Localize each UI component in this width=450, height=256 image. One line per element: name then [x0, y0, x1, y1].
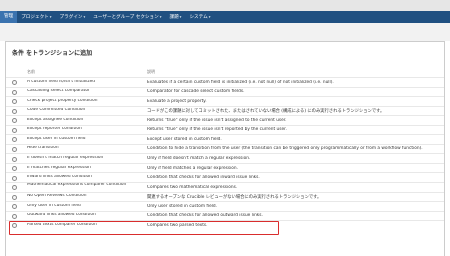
condition-name: If doesn't match regular expression: [27, 155, 104, 160]
condition-row[interactable]: Except assignee condition Returns "true" …: [6, 115, 444, 125]
condition-name: Cascading select comparator: [27, 89, 90, 94]
condition-radio[interactable]: [12, 166, 17, 172]
condition-radio[interactable]: [12, 80, 17, 86]
chevron-down-icon: ▾: [179, 15, 182, 19]
condition-radio[interactable]: [12, 127, 17, 133]
condition-radio[interactable]: [12, 137, 17, 143]
table-header: 名前 説明: [6, 69, 444, 76]
condition-description: Evaluate a project property.: [147, 98, 207, 104]
condition-radio[interactable]: [12, 223, 17, 229]
nav-item-label: プロジェクト: [21, 15, 49, 20]
condition-row[interactable]: Except reporter condition Returns "true" …: [6, 124, 444, 135]
condition-description: Comparator for cascade select custom fie…: [147, 89, 245, 95]
condition-name: Code Committed Condition: [27, 108, 86, 113]
condition-name: Outward links allowed condition: [27, 213, 96, 218]
condition-row[interactable]: If matches regular expression Only if fie…: [6, 162, 444, 173]
condition-radio[interactable]: [12, 213, 17, 219]
condition-description: Compares two parsed texts.: [147, 222, 208, 228]
condition-radio[interactable]: [12, 185, 17, 191]
condition-row[interactable]: Only user in custom field Only user store…: [6, 201, 444, 211]
condition-description: Except user stored in custom field.: [147, 136, 222, 142]
condition-row[interactable]: A custom field is/isn't initialized Evalu…: [6, 77, 444, 87]
nav-item-label: プラグイン: [59, 15, 83, 20]
condition-radio[interactable]: [12, 156, 17, 162]
condition-description: Condition that checks for allowed outwar…: [147, 213, 263, 219]
condition-row[interactable]: Parsed texts comparer condition Compares …: [6, 220, 444, 230]
condition-description: コードがこの課題に対してコミットされた、またはされていない場合 (構成による) …: [147, 109, 385, 115]
condition-radio[interactable]: [12, 118, 17, 124]
condition-name: If matches regular expression: [27, 165, 91, 170]
condition-description: Only if field matches a regular expressi…: [147, 165, 239, 171]
condition-row[interactable]: No Open Reviews Condition 関連するオープンな Cruci…: [6, 191, 444, 202]
condition-row[interactable]: Check project property condition Evaluate…: [6, 96, 444, 106]
condition-row[interactable]: Inward links allowed condition Condition …: [6, 172, 444, 182]
condition-description: Only if field doesn't match a regular ex…: [147, 155, 251, 161]
condition-description: Evaluates if a certain custom field is i…: [147, 79, 334, 85]
page-title: 条件 をトランジションに追加: [12, 50, 93, 57]
column-header-description: 説明: [147, 69, 155, 74]
condition-description: Returns "true" only if the issue isn't r…: [147, 127, 287, 133]
condition-name: Mathematical expressions comparer condit…: [27, 183, 127, 188]
condition-radio[interactable]: [12, 204, 17, 210]
condition-radio[interactable]: [12, 99, 17, 105]
nav-item-plugins[interactable]: プラグイン▾: [56, 11, 90, 23]
condition-radio[interactable]: [12, 89, 17, 95]
condition-description: Condition to hide a transition from the …: [147, 146, 423, 152]
condition-name: Except reporter condition: [27, 127, 82, 132]
condition-name: Except assignee condition: [27, 117, 84, 122]
condition-description: Condition that checks for allowed inward…: [147, 175, 260, 181]
nav-item-label: 管理: [4, 14, 14, 19]
nav-item-users-groups[interactable]: ユーザーとグループ セクション▾: [89, 11, 165, 23]
condition-row[interactable]: Code Committed Condition コードがこの課題に対してコミット…: [6, 105, 444, 116]
condition-radio[interactable]: [12, 175, 17, 181]
nav-item-label: 課題: [169, 15, 179, 20]
column-header-name: 名前: [27, 69, 35, 74]
condition-row[interactable]: Mathematical expressions comparer condit…: [6, 182, 444, 192]
condition-row[interactable]: If doesn't match regular expression Only …: [6, 153, 444, 163]
chevron-down-icon: ▾: [49, 15, 52, 19]
condition-row[interactable]: Outward links allowed condition Condition…: [6, 210, 444, 221]
condition-radio[interactable]: [12, 108, 17, 114]
chevron-down-icon: ▾: [83, 15, 86, 19]
condition-radio[interactable]: [12, 147, 17, 153]
condition-list: A custom field is/isn't initialized Evalu…: [6, 77, 444, 230]
condition-description: 関連するオープンな Crucible レビューがない場合にのみ実行されるトランジ…: [147, 195, 322, 201]
condition-description: Compares two mathematical expressions.: [147, 184, 238, 190]
condition-name: Only user in custom field: [27, 203, 81, 208]
condition-name: Parsed texts comparer condition: [27, 222, 97, 227]
browser-top-strip: [0, 0, 450, 11]
condition-row[interactable]: Except user in custom field Except user s…: [6, 134, 444, 144]
condition-radio[interactable]: [12, 194, 17, 200]
chevron-down-icon: ▾: [208, 15, 211, 19]
condition-name: Hide transition: [27, 146, 59, 151]
condition-name: A custom field is/isn't initialized: [27, 79, 96, 84]
condition-name: Except user in custom field: [27, 136, 86, 141]
condition-row[interactable]: Hide transition Condition to hide a trans…: [6, 143, 444, 154]
nav-item-label: システム: [189, 15, 208, 20]
condition-row[interactable]: Cascading select comparator Comparator fo…: [6, 86, 444, 97]
admin-nav-bar: 管理 プロジェクト▾ プラグイン▾ ユーザーとグループ セクション▾ 課題▾ シ…: [0, 11, 450, 23]
condition-description: Only user stored in custom field.: [147, 203, 218, 209]
condition-name: Check project property condition: [27, 98, 98, 103]
page-background: [0, 23, 450, 41]
nav-item-admin[interactable]: 管理: [0, 11, 18, 23]
condition-name: No Open Reviews Condition: [27, 194, 87, 199]
nav-item-system[interactable]: システム▾: [185, 11, 214, 23]
condition-name: Inward links allowed condition: [27, 175, 92, 180]
chevron-down-icon: ▾: [159, 15, 162, 19]
nav-item-issues[interactable]: 課題▾: [165, 11, 185, 23]
nav-item-projects[interactable]: プロジェクト▾: [17, 11, 55, 23]
nav-item-label: ユーザーとグループ セクション: [93, 15, 159, 20]
condition-description: Returns "true" only if the issue isn't a…: [147, 117, 287, 123]
add-condition-panel: 条件 をトランジションに追加 名前 説明 A custom field is/i…: [5, 41, 445, 256]
